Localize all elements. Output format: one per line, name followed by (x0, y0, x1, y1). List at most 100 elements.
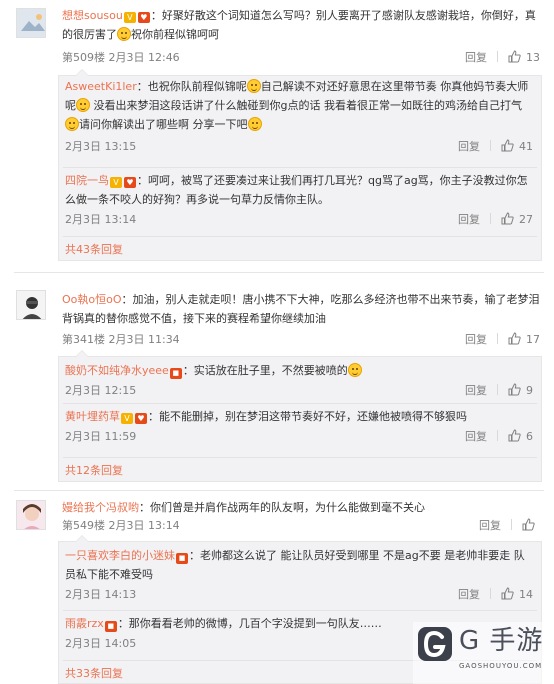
avatar[interactable] (16, 8, 46, 38)
reply-time: 2月3日 13:15 (65, 140, 137, 153)
comment-meta: 第509楼 2月3日 12:46 回复 13 (62, 49, 540, 67)
gaoshouyou-logo-icon (418, 627, 452, 661)
thumbs-up-icon (508, 332, 521, 345)
reply-username[interactable]: 四院一鸟 (65, 174, 109, 187)
like-button[interactable]: 9 (508, 383, 533, 397)
like-button[interactable]: 14 (501, 587, 533, 601)
reply-username[interactable]: AsweetKi1ler (65, 80, 137, 93)
like-count: 27 (519, 213, 533, 226)
reply-meta: 2月3日 12:15 回复 9 (65, 382, 533, 400)
like-button[interactable]: 17 (508, 332, 540, 346)
reply-time: 2月3日 11:59 (65, 430, 137, 443)
floor-time: 第509楼 2月3日 12:46 (62, 51, 180, 64)
avatar[interactable] (16, 500, 46, 530)
reply-button[interactable]: 回复 (465, 51, 487, 64)
vip-badge-icon: V (123, 12, 136, 23)
reply-text: 黄叶埋药草 V ♥ ：能不能删掉，别在梦泪这带节奏好不好，还嫌他被喷得不够狠吗 (65, 407, 533, 426)
comment-username[interactable]: Oo執o恒oO (62, 293, 122, 306)
reply-body: 没看出来梦泪这段话讲了什么触碰到你g点的话 我看着很正常一如既往的鸡汤给自己打气 (90, 99, 522, 112)
like-button[interactable]: 41 (501, 139, 533, 153)
vip-badge-icon: V (110, 177, 122, 188)
reply-list: 酸奶不如纯净水yeee ■ ：实话放在肚子里，不然要被喷的 2月3日 12:15 回… (58, 350, 542, 482)
reply-meta: 2月3日 14:13 回复 14 (65, 586, 533, 604)
floor-time: 第549楼 2月3日 13:14 (62, 519, 180, 532)
comment-meta: 第341楼 2月3日 11:34 回复 17 (62, 331, 540, 349)
reply-time: 2月3日 13:14 (65, 213, 137, 226)
reply-text: 酸奶不如纯净水yeee ■ ：实话放在肚子里，不然要被喷的 (65, 361, 533, 380)
comment-text: 嫚给我个冯叔哟：你们曾是并肩作战两年的队友啊，为什么能做到毫不关心 (62, 498, 540, 517)
like-count: 6 (526, 430, 533, 443)
thumbs-up-icon (522, 518, 535, 531)
reply-item: AsweetKi1ler：也祝你队前程似锦呢 自己解读不对还好意思在这里带节奏 你… (65, 77, 533, 156)
like-button[interactable]: 27 (501, 212, 533, 226)
smile-emoji-icon (246, 79, 261, 93)
thumbs-up-icon (508, 50, 521, 63)
smile-emoji-icon (76, 98, 90, 112)
reply-username[interactable]: 一只喜欢李白的小迷妹 (65, 549, 175, 562)
comment-meta: 第549楼 2月3日 13:14 回复 (62, 517, 540, 535)
reply-item: 黄叶埋药草 V ♥ ：能不能删掉，别在梦泪这带节奏好不好，还嫌他被喷得不够狠吗 2月3… (65, 407, 533, 446)
comment-body: ：加油，别人走就走呗！唐小携不下大神，吃那么多经济也带不出来节奏，输了老梦泪背锅… (62, 293, 540, 325)
reply-button[interactable]: 回复 (479, 519, 501, 532)
reply-button[interactable]: 回复 (458, 213, 480, 226)
reply-username[interactable]: 黄叶埋药草 (65, 410, 120, 423)
watermark-url: GAOSHOUYOU.COM (459, 662, 543, 670)
more-replies-link[interactable]: 共12条回复 (65, 462, 123, 478)
reply-meta: 2月3日 13:14 回复 27 (65, 211, 533, 229)
reply-button[interactable]: 回复 (465, 333, 487, 346)
comment-text: 想想sousou V ♥ ：好聚好散这个词知道怎么写吗？别人要离开了感谢队友感谢栽培，… (62, 6, 540, 44)
reply-time: 2月3日 14:13 (65, 588, 137, 601)
more-replies-link[interactable]: 共33条回复 (65, 665, 123, 681)
comment-username[interactable]: 想想sousou (62, 9, 123, 22)
like-count: 13 (526, 51, 540, 64)
like-count: 14 (519, 588, 533, 601)
smile-emoji-icon (65, 117, 79, 131)
reply-body: 请问你解读出了哪些啊 分享一下吧 (79, 118, 248, 131)
reply-button[interactable]: 回复 (465, 430, 487, 443)
reply-body: ：那你看看老帅的微博，几百个字没提到一句队友…… (117, 617, 382, 630)
reply-item: 酸奶不如纯净水yeee ■ ：实话放在肚子里，不然要被喷的 2月3日 12:15 回… (65, 361, 533, 400)
red-badge-icon: ■ (169, 368, 182, 379)
thumbs-up-icon (508, 429, 521, 442)
reply-item: 一只喜欢李白的小迷妹 ■ ：老帅都这么说了 能让队员好受到哪里 不是ag不要 是老帅… (65, 546, 533, 604)
smile-emoji-icon (247, 117, 262, 131)
reply-body: ：实话放在肚子里，不然要被喷的 (182, 364, 348, 377)
vip-badge-icon: V (121, 413, 133, 424)
reply-username[interactable]: 雨霰rzx (65, 617, 104, 630)
red-badge-icon: ■ (104, 621, 117, 632)
reply-button[interactable]: 回复 (458, 588, 480, 601)
smile-emoji-icon (117, 27, 131, 41)
watermark-title: G 手游 (459, 626, 544, 656)
thumbs-up-icon (501, 139, 514, 152)
comment-body: ：你们曾是并肩作战两年的队友啊，为什么能做到毫不关心 (139, 501, 425, 514)
avatar[interactable] (16, 290, 46, 320)
like-count: 9 (526, 384, 533, 397)
reply-button[interactable]: 回复 (465, 384, 487, 397)
heart-badge-icon: ♥ (135, 413, 147, 424)
like-button[interactable] (522, 518, 540, 532)
reply-list: AsweetKi1ler：也祝你队前程似锦呢 自己解读不对还好意思在这里带节奏 你… (58, 69, 542, 261)
reply-time: 2月3日 14:05 (65, 637, 137, 650)
red-badge-icon: ■ (176, 553, 188, 564)
heart-badge-icon: ♥ (137, 12, 150, 23)
comment-body-tail: 祝你前程似锦呵呵 (131, 28, 219, 41)
thumbs-up-icon (508, 383, 521, 396)
reply-button[interactable]: 回复 (458, 140, 480, 153)
reply-text: 一只喜欢李白的小迷妹 ■ ：老帅都这么说了 能让队员好受到哪里 不是ag不要 是老帅… (65, 546, 533, 584)
more-replies-link[interactable]: 共43条回复 (65, 241, 123, 257)
like-count: 41 (519, 140, 533, 153)
like-button[interactable]: 13 (508, 50, 540, 64)
site-watermark: G 手游 GAOSHOUYOU.COM (413, 622, 554, 684)
like-button[interactable]: 6 (508, 429, 533, 443)
reply-username[interactable]: 酸奶不如纯净水yeee (65, 364, 169, 377)
reply-text: AsweetKi1ler：也祝你队前程似锦呢 自己解读不对还好意思在这里带节奏 你… (65, 77, 533, 134)
thumbs-up-icon (501, 212, 514, 225)
reply-item: 四院一鸟 V ♥ ：呵呵，被骂了还要凑过来让我们再打几耳光？qg骂了ag骂，你主子没教… (65, 171, 533, 229)
comment-text: Oo執o恒oO：加油，别人走就走呗！唐小携不下大神，吃那么多经济也带不出来节奏，… (62, 290, 540, 328)
heart-badge-icon: ♥ (124, 177, 136, 188)
reply-meta: 2月3日 11:59 回复 6 (65, 428, 533, 446)
reply-body: ：也祝你队前程似锦呢 (136, 80, 247, 93)
like-count: 17 (526, 333, 540, 346)
reply-body: ：能不能删掉，别在梦泪这带节奏好不好，还嫌他被喷得不够狠吗 (148, 410, 467, 423)
comment-username[interactable]: 嫚给我个冯叔哟 (62, 501, 139, 514)
